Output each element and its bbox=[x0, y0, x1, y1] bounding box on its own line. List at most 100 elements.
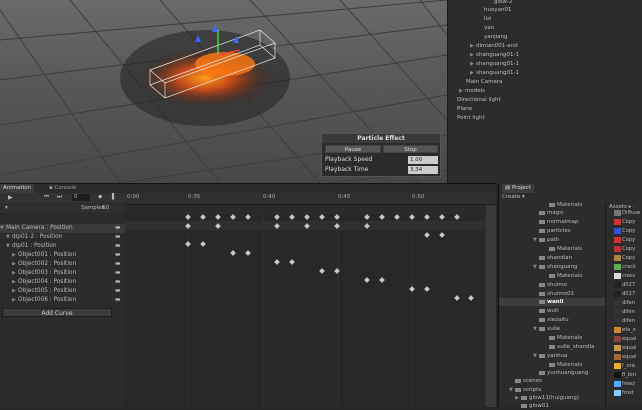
track-row[interactable]: ▼ dip01-2 : Position ▬ bbox=[0, 233, 125, 242]
track-menu-icon[interactable]: ▬ bbox=[115, 296, 120, 305]
create-dropdown[interactable]: Create ▾ bbox=[502, 194, 525, 200]
asset-item[interactable]: equal bbox=[614, 353, 642, 362]
tab-project[interactable]: ▤ Project bbox=[502, 184, 534, 193]
dopesheet[interactable]: 0:00 0:35 0:40 0:45 0:50 bbox=[125, 193, 496, 407]
track-menu-icon[interactable]: ▬ bbox=[115, 269, 120, 278]
asset-item[interactable]: Copy bbox=[614, 254, 642, 263]
folder-item[interactable]: ▼ path bbox=[533, 236, 560, 244]
track-menu-icon[interactable]: ▬ bbox=[115, 224, 120, 233]
track-row[interactable]: ▶ Object001 : Position ▬ bbox=[0, 251, 125, 260]
track-row[interactable]: ▶ Object004 : Position ▬ bbox=[0, 278, 125, 287]
folder-item[interactable]: xiezaitu bbox=[539, 316, 569, 324]
asset-item[interactable]: cresc bbox=[614, 272, 642, 281]
asset-item[interactable]: fl_bin bbox=[614, 371, 642, 380]
folder-item[interactable]: ▼ xulie bbox=[533, 325, 560, 333]
folder-item[interactable]: ▼ scripts bbox=[509, 386, 541, 394]
pause-button[interactable]: Pause bbox=[325, 145, 381, 153]
prev-key-icon[interactable]: ⏮ bbox=[44, 194, 49, 201]
playback-time-field[interactable]: 3.34 bbox=[408, 166, 438, 174]
asset-item[interactable]: Copy bbox=[614, 245, 642, 254]
folder-item[interactable]: normalmap bbox=[539, 218, 579, 226]
vertical-scrollbar[interactable] bbox=[486, 205, 496, 407]
asset-item[interactable]: Copy bbox=[614, 218, 642, 227]
frame-field[interactable]: 0 bbox=[72, 194, 90, 201]
folder-item[interactable]: wuti bbox=[539, 307, 559, 315]
folder-item[interactable]: Materials bbox=[549, 272, 582, 280]
hierarchy-item[interactable]: ▶ dimian001-and bbox=[470, 42, 518, 50]
asset-item[interactable]: Copy bbox=[614, 227, 642, 236]
stop-button[interactable]: Stop bbox=[383, 145, 438, 153]
folder-label: scenes bbox=[523, 378, 543, 384]
track-menu-icon[interactable]: ▬ bbox=[115, 251, 120, 260]
asset-item[interactable]: efa_x bbox=[614, 326, 642, 335]
add-curve-button[interactable]: Add Curve bbox=[2, 308, 112, 317]
asset-item[interactable]: frost bbox=[614, 389, 642, 398]
track-row[interactable]: ▼ dip01 : Position ▬ bbox=[0, 242, 125, 251]
hierarchy-item[interactable]: huoyan01 bbox=[484, 6, 511, 14]
folder-item[interactable]: yunhuanguang bbox=[539, 369, 588, 377]
folder-item[interactable]: magic bbox=[539, 209, 564, 217]
dropdown-icon[interactable]: ▾ bbox=[5, 205, 8, 211]
asset-item[interactable]: equal bbox=[614, 335, 642, 344]
asset-item[interactable]: crack bbox=[614, 263, 642, 272]
folder-item[interactable]: particles bbox=[539, 227, 571, 235]
hierarchy-item[interactable]: Main Camera bbox=[466, 78, 502, 86]
folder-item[interactable]: xulie_shandia bbox=[549, 343, 595, 351]
time-ruler[interactable]: 0:00 0:35 0:40 0:45 0:50 bbox=[125, 193, 496, 205]
asset-item[interactable]: d027 bbox=[614, 290, 642, 299]
track-menu-icon[interactable]: ▬ bbox=[115, 233, 120, 242]
folder-item[interactable]: shuimo bbox=[539, 281, 567, 289]
folder-item[interactable]: Materials bbox=[549, 201, 582, 209]
folder-item-selected[interactable]: wanli bbox=[499, 298, 605, 306]
hierarchy-item[interactable]: Point light bbox=[457, 114, 485, 122]
tab-animation[interactable]: Animation bbox=[0, 184, 35, 193]
asset-item[interactable]: d027 bbox=[614, 281, 642, 290]
samples-label: Samples bbox=[81, 205, 105, 211]
track-row[interactable]: ▶ Object003 : Position ▬ bbox=[0, 269, 125, 278]
tab-console[interactable]: ▪ Console bbox=[46, 184, 79, 193]
add-keyframe-icon[interactable]: ◆ bbox=[98, 194, 102, 200]
hierarchy-item[interactable]: yanjiang bbox=[484, 33, 508, 41]
hierarchy-item[interactable]: Directional light bbox=[457, 96, 501, 104]
add-event-icon[interactable]: ▌ bbox=[112, 194, 116, 200]
hierarchy-item[interactable]: ▶ shanguang01-1 bbox=[470, 51, 519, 59]
asset-item[interactable]: equal bbox=[614, 344, 642, 353]
asset-item[interactable]: Copy bbox=[614, 236, 642, 245]
hierarchy-item[interactable]: ▶ shanguang01-1 bbox=[470, 60, 519, 68]
folder-item[interactable]: Materials bbox=[549, 361, 582, 369]
playback-speed-field[interactable]: 1.00 bbox=[408, 156, 438, 164]
folder-item[interactable]: ▶ glow11(huiguang) bbox=[515, 394, 579, 402]
asset-item[interactable]: Diffuse bbox=[614, 209, 642, 218]
folder-item[interactable]: Materials bbox=[549, 245, 582, 253]
play-icon[interactable]: ▶ bbox=[8, 194, 13, 201]
hierarchy-item[interactable]: yan bbox=[484, 24, 494, 32]
track-menu-icon[interactable]: ▬ bbox=[115, 287, 120, 296]
samples-field[interactable]: 60 bbox=[102, 205, 109, 211]
hierarchy-item[interactable]: Plane bbox=[457, 105, 472, 113]
asset-item[interactable]: f_ora bbox=[614, 362, 642, 371]
folder-item[interactable]: shandian bbox=[539, 254, 572, 262]
folder-item[interactable]: glow01 bbox=[521, 402, 549, 410]
hierarchy-item[interactable]: ▶ shanguang01-1 bbox=[470, 69, 519, 77]
folder-item[interactable]: scenes bbox=[515, 377, 542, 385]
track-row[interactable]: ▶ Object005 : Position ▬ bbox=[0, 287, 125, 296]
track-menu-icon[interactable]: ▬ bbox=[115, 260, 120, 269]
asset-item[interactable]: freez bbox=[614, 380, 642, 389]
folder-item[interactable]: Materials bbox=[549, 334, 582, 342]
hierarchy-item[interactable]: ▶ models bbox=[459, 87, 485, 95]
hierarchy-item[interactable]: lizi bbox=[484, 15, 491, 23]
track-row[interactable]: ▶ Object002 : Position ▬ bbox=[0, 260, 125, 269]
asset-item[interactable]: difen bbox=[614, 308, 642, 317]
folder-item[interactable]: ▼ yanhua bbox=[533, 352, 567, 360]
track-menu-icon[interactable]: ▬ bbox=[115, 278, 120, 287]
asset-item[interactable]: difen bbox=[614, 317, 642, 326]
folder-item[interactable]: shuimo01 bbox=[539, 290, 574, 298]
track-menu-icon[interactable]: ▬ bbox=[115, 242, 120, 251]
next-key-icon[interactable]: ⏭ bbox=[57, 194, 62, 201]
track-row[interactable]: ▶ Object006 : Position ▬ bbox=[0, 296, 125, 305]
track-row[interactable]: ▼ Main Camera : Position ▬ bbox=[0, 224, 125, 233]
folder-item[interactable]: ▼ shanguang bbox=[533, 263, 578, 271]
folder-icon bbox=[549, 362, 555, 367]
scene-view[interactable]: Particle Effect Pause Stop Playback Spee… bbox=[0, 0, 447, 183]
asset-item[interactable]: difen bbox=[614, 299, 642, 308]
